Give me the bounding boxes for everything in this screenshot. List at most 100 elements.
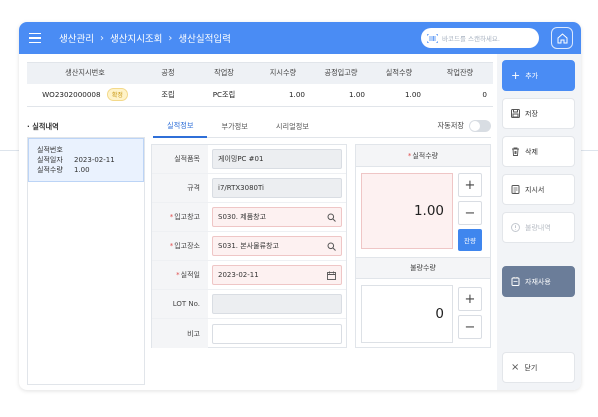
- field-label: 비고: [152, 319, 208, 348]
- add-button[interactable]: + 추가: [502, 60, 575, 91]
- defect-history-label: 불량내역: [525, 223, 551, 232]
- lot-number-field: [212, 294, 342, 314]
- background-divider-left: [0, 150, 20, 151]
- work-order-sheet-button[interactable]: 지시서: [502, 174, 575, 205]
- calendar-icon[interactable]: [327, 271, 336, 280]
- record-row-number: 실적번호: [37, 145, 135, 155]
- form-row-note: 비고: [152, 319, 346, 348]
- plus-icon: +: [464, 291, 476, 307]
- defect-history-button[interactable]: 불량내역: [502, 212, 575, 243]
- list-item[interactable]: 실적번호 실적일자 2023-02-11 실적수량 1.00: [28, 138, 144, 182]
- tab-result-info[interactable]: 실적정보: [153, 116, 208, 138]
- column-header: 실적수량: [371, 62, 427, 84]
- save-button[interactable]: 저장: [502, 98, 575, 129]
- minus-icon: −: [464, 205, 476, 221]
- home-button[interactable]: [551, 27, 573, 49]
- required-marker: *: [176, 271, 180, 279]
- minus-icon: −: [464, 319, 476, 335]
- barcode-scan-placeholder: 바코드를 스캔하세요.: [442, 35, 500, 43]
- order-number-cell: WO2302000008 확정: [27, 83, 143, 107]
- result-history-title: · 실적내역: [27, 122, 59, 131]
- save-icon: [511, 109, 520, 118]
- location-field[interactable]: S031. 본사물류창고: [212, 236, 342, 256]
- order-qty-cell: 1.00: [255, 83, 311, 107]
- chevron-right-icon: ›: [99, 32, 104, 44]
- close-button-label: 닫기: [524, 363, 538, 372]
- result-date-field[interactable]: 2023-02-11: [212, 265, 342, 285]
- autosave-toggle[interactable]: [469, 120, 491, 132]
- spec-field: i7/RTX3080Ti: [212, 178, 342, 198]
- record-date-value: 2023-02-11: [74, 156, 115, 164]
- field-label: LOT No.: [152, 290, 208, 318]
- record-number-label: 실적번호: [37, 146, 63, 154]
- increase-result-button[interactable]: +: [458, 173, 482, 197]
- form-row-lot: LOT No.: [152, 290, 346, 319]
- record-qty-value: 1.00: [74, 166, 90, 174]
- column-header: 작업장: [193, 62, 255, 84]
- item-field: 게이밍PC #01: [212, 149, 342, 169]
- table-row[interactable]: WO2302000008 확정 조립 PC조립 1.00 1.00 1.00 0: [27, 83, 493, 107]
- column-header: 작업잔량: [427, 62, 493, 84]
- breadcrumb-item-current: 생산실적입력: [178, 34, 231, 45]
- breadcrumb-item-production[interactable]: 생산관리: [59, 31, 94, 45]
- document-icon: [511, 185, 520, 194]
- form-row-date: * 실적일 2023-02-11: [152, 261, 346, 290]
- material-usage-label: 자재사용: [525, 277, 551, 286]
- record-date-label: 실적일자: [37, 156, 63, 164]
- record-row-date: 실적일자 2023-02-11: [37, 155, 135, 165]
- hamburger-menu-icon[interactable]: [19, 22, 51, 54]
- autosave-control: 자동저장: [438, 120, 491, 132]
- field-label: * 실적일: [152, 261, 208, 289]
- order-number: WO2302000008: [42, 90, 101, 100]
- close-button[interactable]: × 닫기: [502, 352, 575, 383]
- search-icon[interactable]: [327, 242, 336, 251]
- plus-icon: +: [511, 69, 521, 82]
- result-qty-cell: 1.00: [371, 83, 427, 107]
- fill-remaining-button[interactable]: 잔량: [458, 229, 482, 251]
- column-header: 공정: [143, 62, 193, 84]
- process-cell: 조립: [143, 83, 193, 107]
- background-divider-right: [580, 150, 598, 151]
- work-order-summary-table: 생산지시번호 공정 작업장 지시수량 공정입고량 실적수량 작업잔량 WO230…: [27, 62, 493, 107]
- remaining-qty-cell: 0: [427, 83, 493, 107]
- workplace-cell: PC조립: [193, 83, 255, 107]
- defect-qty-display[interactable]: 0: [361, 285, 453, 343]
- top-bar: 생산관리 › 생산지시조회 › 생산실적입력 바코드를 스캔하세요.: [19, 22, 581, 54]
- result-qty-display[interactable]: 1.00: [361, 173, 453, 249]
- tab-serial-info[interactable]: 시리얼정보: [262, 116, 323, 138]
- increase-defect-button[interactable]: +: [458, 287, 482, 311]
- app-window: 생산관리 › 생산지시조회 › 생산실적입력 바코드를 스캔하세요. 생산지시번…: [19, 22, 581, 390]
- decrease-result-button[interactable]: −: [458, 201, 482, 225]
- field-label: * 입고창고: [152, 203, 208, 231]
- delete-button-label: 삭제: [525, 147, 538, 156]
- detail-tabs: 실적정보 부가정보 시리얼정보 자동저장: [153, 116, 491, 138]
- required-marker: *: [169, 242, 174, 250]
- warehouse-field[interactable]: S030. 제품창고: [212, 207, 342, 227]
- note-field[interactable]: [212, 323, 342, 344]
- form-row-item: 실적품목 게이밍PC #01: [152, 145, 346, 174]
- form-row-spec: 규격 i7/RTX3080Ti: [152, 174, 346, 203]
- search-icon[interactable]: [327, 213, 336, 222]
- barcode-scan-icon: [427, 33, 438, 43]
- save-button-label: 저장: [525, 109, 538, 118]
- material-usage-button[interactable]: 자재사용: [502, 266, 575, 297]
- action-sidebar: + 추가 저장 삭제 지시서 불량내역 자재사용 × 닫기: [497, 54, 581, 390]
- required-marker: *: [407, 151, 412, 160]
- column-header: 지시수량: [255, 62, 311, 84]
- form-row-warehouse: * 입고창고 S030. 제품창고: [152, 203, 346, 232]
- plus-icon: +: [464, 177, 476, 193]
- barcode-scan-input[interactable]: 바코드를 스캔하세요.: [421, 28, 539, 48]
- chevron-right-icon: ›: [168, 32, 173, 44]
- delete-button[interactable]: 삭제: [502, 136, 575, 167]
- breadcrumb-item-orders[interactable]: 생산지시조회: [110, 31, 162, 45]
- result-history-list: 실적번호 실적일자 2023-02-11 실적수량 1.00: [27, 137, 145, 385]
- clipboard-icon: [511, 277, 520, 286]
- process-in-qty-cell: 1.00: [311, 83, 371, 107]
- trash-icon: [512, 147, 519, 156]
- tab-additional-info[interactable]: 부가정보: [207, 116, 261, 138]
- decrease-defect-button[interactable]: −: [458, 315, 482, 339]
- quantity-panel: * 실적수량 1.00 + − 잔량 불량수량 0 + −: [355, 144, 491, 348]
- defect-qty-header: 불량수량: [356, 257, 490, 279]
- result-form: 실적품목 게이밍PC #01 규격 i7/RTX3080Ti * 입고창고 S03…: [151, 144, 347, 348]
- field-label: 실적품목: [152, 145, 208, 173]
